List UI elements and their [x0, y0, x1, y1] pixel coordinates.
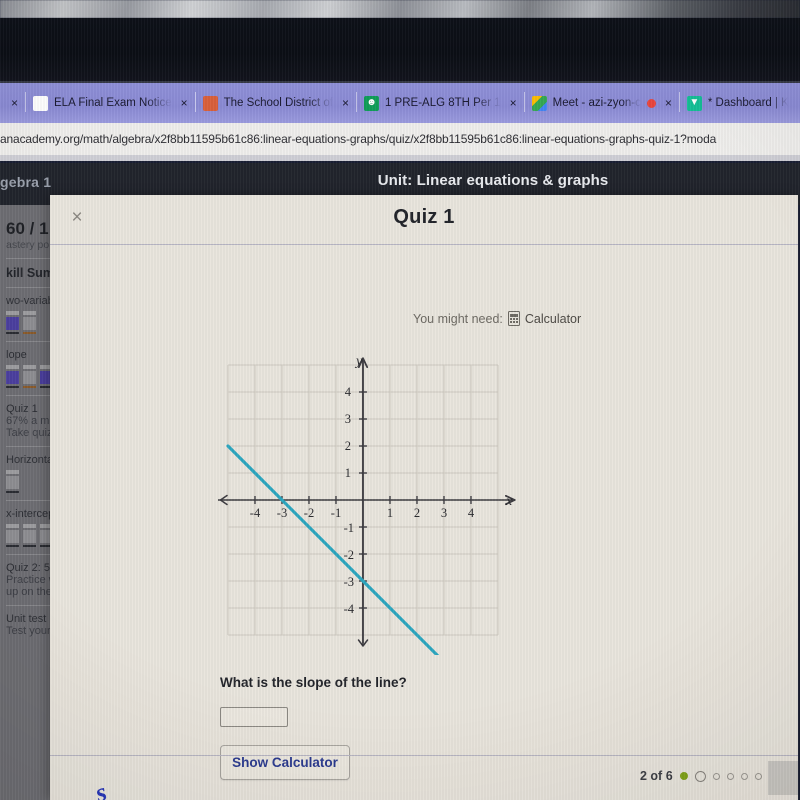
svg-text:3: 3 [441, 506, 447, 520]
coordinate-plane-graph: y x -4 -3 -2 -1 1 2 3 4 4 3 2 1 -1 -2 -3… [218, 355, 518, 655]
browser-tab-school-district[interactable]: The School District of × [194, 83, 357, 123]
unit-title: Unit: Linear equations & graphs [377, 172, 609, 189]
browser-tab-meet[interactable]: Meet - azi-zyon-c × [523, 83, 680, 123]
modal-body: You might need: Calculator y x -4 -3 -2 … [50, 245, 798, 780]
khan-academy-icon: ▼ [686, 95, 702, 111]
tab-close-icon[interactable]: × [339, 97, 352, 109]
google-classroom-icon: ☻ [363, 95, 379, 111]
svg-text:1: 1 [387, 506, 393, 520]
y-axis-label: y [354, 355, 363, 369]
close-icon[interactable]: × [67, 208, 87, 228]
browser-tab[interactable]: × [0, 83, 26, 123]
svg-text:-2: -2 [344, 548, 354, 562]
svg-text:-3: -3 [344, 575, 354, 589]
you-might-need-row: You might need: Calculator [413, 311, 581, 326]
gmail-icon: M [33, 95, 49, 111]
progress-dot-6[interactable] [754, 772, 762, 780]
recording-indicator-icon [646, 98, 656, 108]
modal-footer: 2 of 6 [50, 755, 798, 800]
svg-text:-1: -1 [331, 506, 341, 520]
mastery-block [6, 365, 19, 388]
quiz-modal: × Quiz 1 You might need: Calculator y x … [50, 195, 798, 800]
progress-dot-5[interactable] [740, 772, 748, 780]
tab-close-icon[interactable]: × [178, 97, 191, 109]
svg-text:4: 4 [468, 506, 475, 520]
browser-tab-classroom[interactable]: ☻ 1 PRE-ALG 8TH Per 1 × [355, 83, 525, 123]
tab-close-icon[interactable]: × [8, 97, 21, 109]
svg-text:-3: -3 [277, 506, 287, 520]
question-text: What is the slope of the line? [220, 675, 407, 690]
address-bar[interactable]: anacademy.org/math/algebra/x2f8bb11595b6… [0, 123, 800, 161]
progress-dot-1[interactable] [679, 772, 688, 780]
tab-close-icon[interactable]: × [662, 97, 675, 109]
svg-text:2: 2 [345, 439, 351, 453]
svg-text:-1: -1 [344, 521, 354, 535]
svg-text:2: 2 [414, 506, 420, 520]
modal-title: Quiz 1 [393, 206, 455, 228]
tab-close-icon[interactable]: × [507, 97, 520, 109]
calculator-icon [507, 311, 520, 326]
footer-next-button[interactable] [768, 761, 798, 795]
progress-text: 2 of 6 [640, 769, 673, 783]
google-meet-icon [531, 95, 547, 111]
mastery-block [23, 524, 36, 547]
graph-svg: y x -4 -3 -2 -1 1 2 3 4 4 3 2 1 -1 -2 -3… [218, 355, 518, 655]
tab-title: The School District of [223, 97, 333, 109]
svg-text:-4: -4 [250, 506, 261, 520]
svg-text:-2: -2 [304, 506, 314, 520]
progress-dot-2[interactable] [694, 770, 706, 782]
browser-tab-khan-academy[interactable]: ▼ * Dashboard | Kha [678, 83, 793, 123]
x-axis-label: x [505, 494, 513, 509]
tab-title: 1 PRE-ALG 8TH Per 1 [384, 97, 501, 109]
browser-tab-gmail[interactable]: M ELA Final Exam Notice × [25, 83, 196, 123]
mastery-block [23, 311, 36, 334]
breadcrumb[interactable]: gebra 1 [0, 174, 51, 190]
address-bar-url: anacademy.org/math/algebra/x2f8bb11595b6… [0, 132, 717, 146]
progress-dot-4[interactable] [726, 772, 734, 780]
mastery-block [6, 524, 19, 547]
school-district-icon [202, 95, 218, 111]
tab-title: * Dashboard | Kha [707, 97, 788, 109]
ceiling-reflection [0, 0, 800, 18]
browser-tab-strip: × M ELA Final Exam Notice × The School D… [0, 83, 800, 123]
svg-text:-4: -4 [344, 602, 355, 616]
mastery-block [6, 311, 19, 334]
question-pager: 2 of 6 [640, 769, 762, 783]
modal-header: × Quiz 1 [50, 195, 798, 245]
you-might-need-label: You might need: [413, 311, 503, 326]
svg-text:4: 4 [345, 385, 352, 399]
tab-title: Meet - azi-zyon-c [552, 97, 641, 109]
answer-input[interactable] [220, 707, 288, 727]
screenshot-root: × M ELA Final Exam Notice × The School D… [0, 0, 800, 800]
progress-dot-3[interactable] [712, 772, 720, 780]
svg-text:1: 1 [345, 466, 351, 480]
laptop-bezel [0, 18, 800, 83]
tab-title: ELA Final Exam Notice [54, 97, 172, 109]
progress-dots [679, 770, 762, 782]
calculator-link[interactable]: Calculator [525, 312, 581, 326]
mastery-block [6, 470, 19, 493]
svg-text:3: 3 [345, 412, 351, 426]
mastery-block [23, 365, 36, 388]
